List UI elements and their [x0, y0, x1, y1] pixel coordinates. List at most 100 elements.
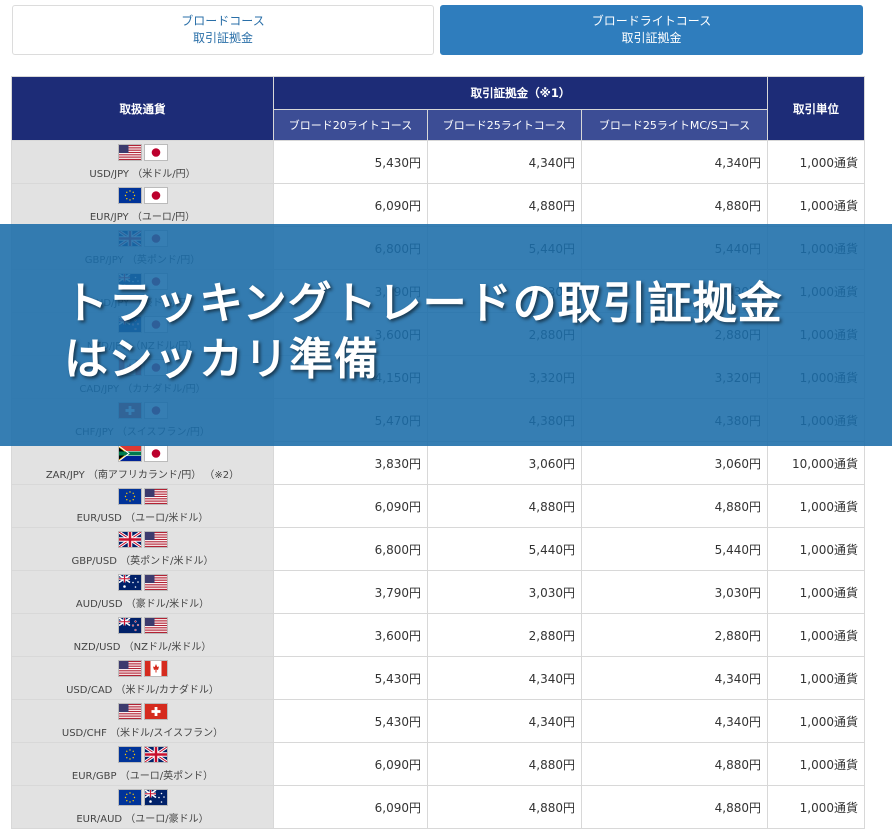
us-flag-icon	[118, 703, 141, 719]
overlay-banner: トラッキングトレードの取引証拠金 はシッカリ準備	[0, 224, 892, 446]
currency-pair-label: USD/CAD （米ドル/カナダドル）	[66, 684, 219, 696]
margin-broad25-light-cell: 2,880円	[427, 613, 582, 657]
margin-broad20-light-cell: 3,790円	[273, 570, 428, 614]
currency-pair-label: USD/CHF （米ドル/スイスフラン）	[61, 727, 224, 739]
au-flag-icon	[144, 789, 167, 805]
margin-broad25-light-cell: 4,880円	[427, 742, 582, 786]
jp-flag-icon	[144, 144, 167, 160]
margin-broad25-light-mcs-cell: 4,340円	[580, 140, 769, 184]
trade-unit-cell: 1,000通貨	[767, 484, 866, 528]
currency-flags	[12, 789, 273, 806]
margin-broad25-light-mcs-cell: 5,440円	[580, 527, 769, 571]
table-row: EUR/JPY （ユーロ/円） 6,090円 4,880円 4,880円 1,000通貨	[11, 183, 866, 227]
currency-pair-cell: USD/CHF （米ドル/スイスフラン）	[11, 699, 274, 743]
margin-broad20-light-cell: 6,090円	[273, 183, 428, 227]
gb-flag-icon	[144, 746, 167, 762]
currency-pair-cell: ZAR/JPY （南アフリカランド/円） （※2）	[11, 441, 274, 485]
tab-broad-light-course[interactable]: ブロードライトコース 取引証拠金	[440, 5, 863, 55]
margin-broad25-light-cell: 4,880円	[427, 183, 582, 227]
currency-pair-label: EUR/AUD （ユーロ/豪ドル）	[76, 813, 209, 825]
table-row: USD/JPY （米ドル/円） 5,430円 4,340円 4,340円 1,000通貨	[11, 140, 866, 184]
banner-line-2: はシッカリ準備	[64, 334, 379, 385]
currency-flags	[12, 746, 273, 763]
currency-pair-cell: EUR/JPY （ユーロ/円）	[11, 183, 274, 227]
margin-broad25-light-cell: 4,340円	[427, 656, 582, 700]
currency-flags	[12, 574, 273, 591]
margin-broad25-light-mcs-cell: 4,340円	[580, 699, 769, 743]
ch-flag-icon	[144, 703, 167, 719]
currency-pair-label: EUR/GBP （ユーロ/英ポンド）	[71, 770, 214, 782]
margin-broad20-light-cell: 6,800円	[273, 527, 428, 571]
margin-broad25-light-mcs-cell: 2,880円	[580, 613, 769, 657]
margin-broad25-light-cell: 3,030円	[427, 570, 582, 614]
margin-broad20-light-cell: 6,090円	[273, 484, 428, 528]
currency-pair-label: AUD/USD （豪ドル/米ドル）	[75, 598, 210, 610]
currency-flags	[12, 488, 273, 505]
us-flag-icon	[118, 144, 141, 160]
table-row: GBP/USD （英ポンド/米ドル） 6,800円 5,440円 5,440円 1,00…	[11, 527, 866, 571]
currency-flags	[12, 144, 273, 161]
margin-broad25-light-mcs-cell: 3,060円	[580, 441, 769, 485]
margin-broad20-light-cell: 5,430円	[273, 699, 428, 743]
header-margin: 取引証拠金（※1）	[272, 76, 769, 110]
currency-pair-label: USD/JPY （米ドル/円）	[89, 168, 196, 180]
trade-unit-cell: 1,000通貨	[767, 699, 866, 743]
table-row: AUD/USD （豪ドル/米ドル） 3,790円 3,030円 3,030円 1,000…	[11, 570, 866, 614]
table-row: EUR/AUD （ユーロ/豪ドル） 6,090円 4,880円 4,880円 1,000…	[11, 785, 866, 829]
header-broad25-light-mcs: ブロード25ライトMC/Sコース	[580, 109, 769, 141]
nz-flag-icon	[118, 617, 141, 633]
margin-broad25-light-cell: 5,440円	[427, 527, 582, 571]
currency-pair-label: ZAR/JPY （南アフリカランド/円） （※2）	[45, 469, 240, 481]
currency-flags	[12, 445, 273, 462]
table-row: NZD/USD （NZドル/米ドル） 3,600円 2,880円 2,880円 1,00…	[11, 613, 866, 657]
eu-flag-icon	[118, 187, 141, 203]
table-row: EUR/USD （ユーロ/米ドル） 6,090円 4,880円 4,880円 1,000…	[11, 484, 866, 528]
table-row: ZAR/JPY （南アフリカランド/円） （※2） 3,830円 3,060円 3,0…	[11, 441, 866, 485]
currency-flags	[12, 531, 273, 548]
currency-pair-cell: EUR/USD （ユーロ/米ドル）	[11, 484, 274, 528]
tab-broad-course[interactable]: ブロードコース 取引証拠金	[12, 5, 434, 55]
currency-flags	[12, 703, 273, 720]
trade-unit-cell: 1,000通貨	[767, 140, 866, 184]
trade-unit-cell: 1,000通貨	[767, 742, 866, 786]
header-currency-pair: 取扱通貨	[11, 76, 274, 141]
currency-pair-cell: USD/JPY （米ドル/円）	[11, 140, 274, 184]
trade-unit-cell: 1,000通貨	[767, 183, 866, 227]
table-row: USD/CAD （米ドル/カナダドル） 5,430円 4,340円 4,340円 1,0…	[11, 656, 866, 700]
table-row: EUR/GBP （ユーロ/英ポンド） 6,090円 4,880円 4,880円 1,00…	[11, 742, 866, 786]
margin-broad25-light-mcs-cell: 4,340円	[580, 656, 769, 700]
margin-broad20-light-cell: 3,830円	[273, 441, 428, 485]
margin-broad20-light-cell: 3,600円	[273, 613, 428, 657]
currency-flags	[12, 617, 273, 634]
trade-unit-cell: 1,000通貨	[767, 613, 866, 657]
us-flag-icon	[144, 488, 167, 504]
margin-broad25-light-cell: 3,060円	[427, 441, 582, 485]
margin-table: 取扱通貨 取引証拠金（※1） 取引単位 ブロード20ライトコース ブロード25ラ…	[11, 76, 866, 829]
eu-flag-icon	[118, 789, 141, 805]
margin-broad20-light-cell: 5,430円	[273, 656, 428, 700]
us-flag-icon	[144, 574, 167, 590]
us-flag-icon	[144, 531, 167, 547]
tab-broad-light-course-subtitle: 取引証拠金	[621, 31, 682, 45]
header-trade-unit: 取引単位	[767, 76, 866, 141]
currency-pair-cell: USD/CAD （米ドル/カナダドル）	[11, 656, 274, 700]
currency-pair-label: GBP/USD （英ポンド/米ドル）	[71, 555, 214, 567]
jp-flag-icon	[144, 187, 167, 203]
trade-unit-cell: 10,000通貨	[767, 441, 866, 485]
course-tabs: ブロードコース 取引証拠金 ブロードライトコース 取引証拠金	[12, 5, 863, 57]
tab-broad-course-title: ブロードコース	[181, 14, 265, 28]
currency-pair-cell: NZD/USD （NZドル/米ドル）	[11, 613, 274, 657]
ca-flag-icon	[144, 660, 167, 676]
jp-flag-icon	[144, 445, 167, 461]
margin-broad25-light-mcs-cell: 4,880円	[580, 785, 769, 829]
trade-unit-cell: 1,000通貨	[767, 570, 866, 614]
currency-pair-label: EUR/JPY （ユーロ/円）	[89, 211, 196, 223]
header-broad20-light: ブロード20ライトコース	[273, 109, 428, 141]
eu-flag-icon	[118, 746, 141, 762]
margin-broad25-light-cell: 4,340円	[427, 140, 582, 184]
us-flag-icon	[144, 617, 167, 633]
margin-broad25-light-mcs-cell: 4,880円	[580, 484, 769, 528]
tab-broad-light-course-title: ブロードライトコース	[591, 14, 712, 28]
header-broad25-light: ブロード25ライトコース	[427, 109, 582, 141]
margin-broad20-light-cell: 6,090円	[273, 785, 428, 829]
